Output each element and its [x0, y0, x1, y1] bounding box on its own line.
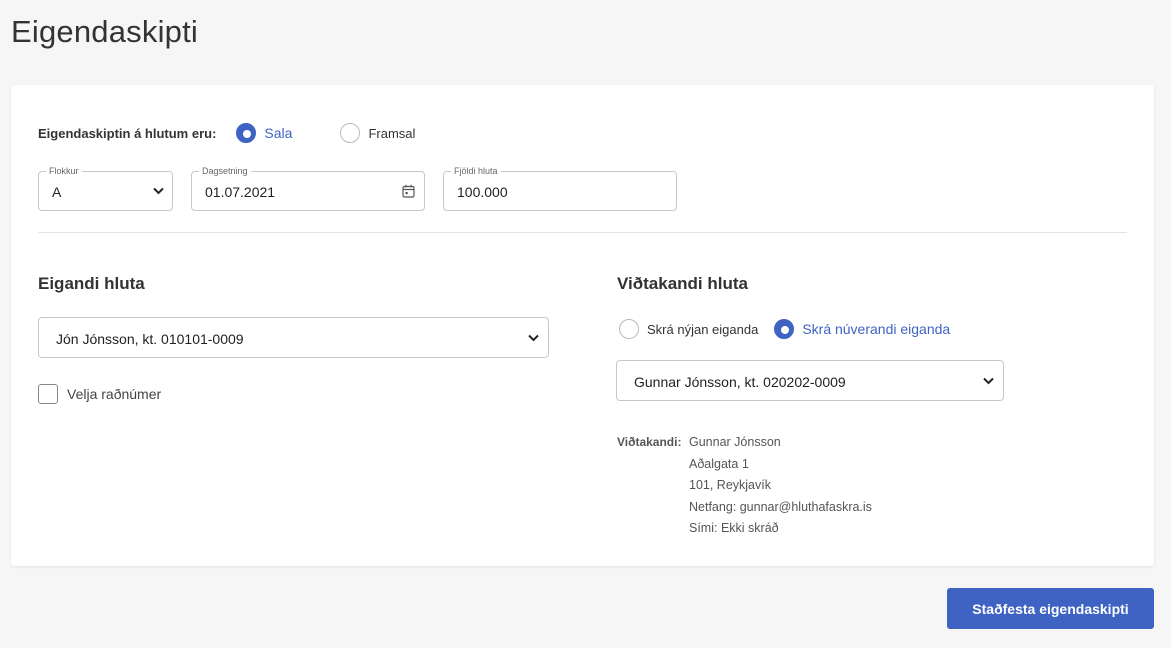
share-count-label: Fjöldi hluta: [451, 165, 501, 177]
radio-existing-owner-label: Skrá núverandi eiganda: [802, 321, 951, 337]
receiver-phone: Sími: Ekki skráð: [689, 521, 779, 535]
receiver-section-title: Viðtakandi hluta: [617, 274, 748, 293]
receiver-select-value: Gunnar Jónsson, kt. 020202-0009: [634, 374, 846, 390]
chevron-down-icon: [153, 187, 164, 195]
receiver-name: Gunnar Jónsson: [689, 435, 781, 449]
transfer-form-card: Eigendaskiptin á hlutum eru: Sala Framsa…: [11, 85, 1154, 566]
transfer-type-option-sala[interactable]: Sala: [236, 123, 292, 143]
class-select-value: A: [52, 184, 62, 200]
class-select-label: Flokkur: [46, 165, 82, 177]
owner-select[interactable]: Jón Jónsson, kt. 010101-0009: [38, 317, 549, 358]
choose-numbers-checkbox[interactable]: [38, 384, 58, 404]
receiver-option-new[interactable]: Skrá nýjan eiganda: [619, 319, 758, 339]
receiver-city: 101, Reykjavík: [689, 478, 771, 492]
chevron-down-icon: [983, 377, 994, 385]
radio-framsal[interactable]: [340, 123, 361, 143]
share-count-value: 100.000: [457, 184, 508, 200]
radio-framsal-label: Framsal: [368, 125, 416, 141]
radio-sala-label: Sala: [264, 125, 293, 141]
radio-sala[interactable]: [236, 123, 257, 143]
date-input[interactable]: Dagsetning 01.07.2021: [191, 165, 425, 211]
calendar-icon[interactable]: [402, 184, 415, 198]
transfer-type-label: Eigendaskiptin á hlutum eru:: [38, 125, 217, 141]
class-select[interactable]: Flokkur A: [38, 165, 173, 211]
page-title: Eigendaskipti: [11, 14, 198, 49]
transfer-type-row: Eigendaskiptin á hlutum eru: Sala Framsa…: [38, 122, 415, 144]
radio-new-owner-label: Skrá nýjan eiganda: [647, 321, 759, 337]
receiver-street: Aðalgata 1: [689, 456, 749, 471]
date-input-label: Dagsetning: [199, 165, 251, 177]
owner-section-title: Eigandi hluta: [38, 274, 145, 293]
radio-new-owner[interactable]: [619, 319, 639, 339]
receiver-email: Netfang: gunnar@hluthafaskra.is: [689, 499, 872, 514]
choose-numbers-checkbox-row[interactable]: Velja raðnúmer: [38, 384, 161, 404]
receiver-info-lines: Gunnar Jónsson Aðalgata 1 101, Reykjavík…: [689, 432, 872, 540]
confirm-transfer-button[interactable]: Staðfesta eigendaskipti: [947, 588, 1154, 629]
owner-select-value: Jón Jónsson, kt. 010101-0009: [56, 331, 244, 347]
chevron-down-icon: [528, 334, 539, 342]
choose-numbers-label: Velja raðnúmer: [67, 386, 162, 402]
receiver-select[interactable]: Gunnar Jónsson, kt. 020202-0009: [616, 360, 1004, 401]
transfer-type-option-framsal[interactable]: Framsal: [340, 123, 415, 143]
divider: [38, 232, 1127, 233]
date-input-value: 01.07.2021: [205, 184, 276, 200]
receiver-type-row: Skrá nýjan eiganda Skrá núverandi eigand…: [619, 319, 950, 339]
receiver-info: Viðtakandi: Gunnar Jónsson Aðalgata 1 10…: [617, 432, 872, 540]
radio-existing-owner[interactable]: [774, 319, 795, 339]
share-count-input[interactable]: Fjöldi hluta 100.000: [443, 165, 677, 211]
receiver-info-label: Viðtakandi:: [617, 435, 682, 449]
receiver-option-existing[interactable]: Skrá núverandi eiganda: [774, 319, 950, 339]
